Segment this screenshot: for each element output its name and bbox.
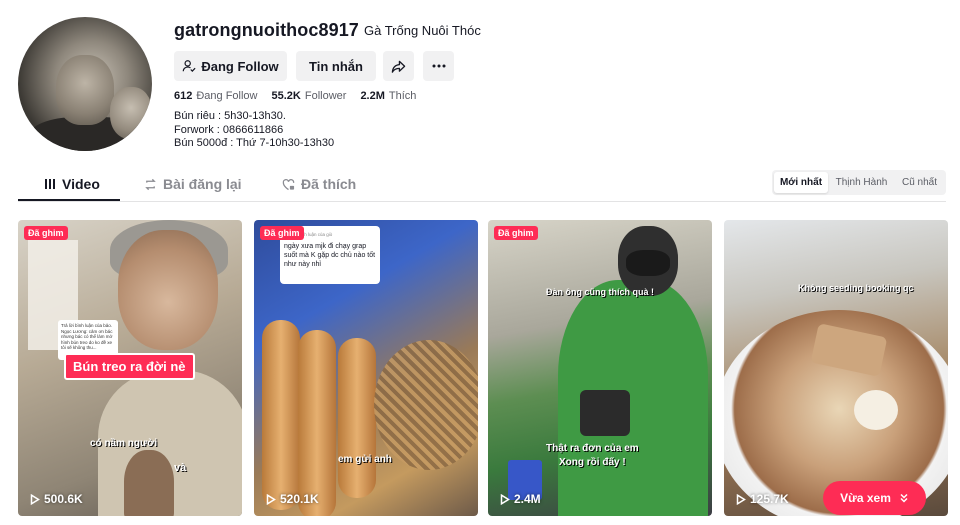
video-card[interactable]: Không seeding booking qc 125.7K Vừa xem xyxy=(724,220,948,516)
sort-popular[interactable]: Thịnh Hành xyxy=(828,172,895,193)
message-button[interactable]: Tin nhắn xyxy=(296,51,376,81)
share-arrow-icon xyxy=(391,60,406,73)
profile-username: gatrongnuoithoc8917 xyxy=(174,20,359,40)
profile-nickname: Gà Trống Nuôi Thóc xyxy=(364,23,481,38)
followers-label: Follower xyxy=(304,90,347,102)
profile-bio: Bún riêu : 5h30-13h30. Forwork : 0866611… xyxy=(174,110,334,151)
profile-tabs: Video Bài đăng lại Đã thích xyxy=(18,168,356,200)
view-count: 125.7K xyxy=(736,492,789,506)
followers-stat[interactable]: 55.2K Follower xyxy=(272,90,347,102)
likes-count: 2.2M xyxy=(360,90,385,102)
thumbnail-caption: Bún treo ra đời nè xyxy=(64,353,195,380)
tab-reposts[interactable]: Bài đăng lại xyxy=(144,168,264,200)
video-thumbnail-person xyxy=(118,230,218,350)
more-dots-icon xyxy=(432,64,445,68)
likes-stat: 2.2M Thích xyxy=(360,90,416,102)
sort-latest[interactable]: Mới nhất xyxy=(774,172,828,193)
bio-line: Bún 5000đ : Thứ 7-10h30-13h30 xyxy=(174,137,335,149)
view-count-value: 520.1K xyxy=(280,492,319,506)
thumbnail-caption: Không seeding booking qc xyxy=(798,283,914,293)
sort-oldest[interactable]: Cũ nhất xyxy=(895,172,944,193)
pinned-badge: Đã ghim xyxy=(24,226,68,240)
view-count-value: 500.6K xyxy=(44,492,83,506)
grid-icon xyxy=(45,179,55,189)
following-stat[interactable]: 612 Đang Follow xyxy=(174,90,258,102)
play-icon xyxy=(500,493,510,505)
view-count-value: 125.7K xyxy=(750,492,789,506)
view-count: 520.1K xyxy=(266,492,319,506)
tab-liked-label: Đã thích xyxy=(301,176,357,192)
play-icon xyxy=(30,493,40,505)
profile-avatar xyxy=(18,17,152,151)
user-check-icon xyxy=(183,60,196,72)
repost-icon xyxy=(145,178,156,190)
view-count: 2.4M xyxy=(500,492,541,506)
more-options-button[interactable] xyxy=(423,51,454,81)
video-card[interactable]: Trả lời bình luận của giò ngày xưa mjk đ… xyxy=(254,220,478,516)
tabs-divider xyxy=(18,201,946,202)
thumbnail-subtitle: có nầm người xyxy=(90,438,158,449)
play-icon xyxy=(736,493,746,505)
profile-stats: 612 Đang Follow 55.2K Follower 2.2M Thíc… xyxy=(174,90,430,102)
likes-label: Thích xyxy=(388,90,417,102)
following-button[interactable]: Đang Follow xyxy=(174,51,287,81)
following-count: 612 xyxy=(174,90,193,102)
followers-count: 55.2K xyxy=(271,90,301,102)
tab-liked[interactable]: Đã thích xyxy=(282,168,356,200)
video-card[interactable]: Trả lời bình luận của bảo. Ngọc Lương: c… xyxy=(18,220,242,516)
bio-line: Bún riêu : 5h30-13h30. xyxy=(174,110,286,122)
heart-lock-icon xyxy=(282,178,295,190)
message-button-label: Tin nhắn xyxy=(309,58,363,74)
following-button-label: Đang Follow xyxy=(201,58,279,74)
thumbnail-subtitle: và xyxy=(174,462,187,474)
bio-line: Forwork : 0866611866 xyxy=(174,123,284,136)
pinned-badge: Đã ghim xyxy=(260,226,304,240)
view-count: 500.6K xyxy=(30,492,83,506)
tab-videos-label: Video xyxy=(62,176,100,192)
comment-text: ngày xưa mjk đi chạy grap suốt mà K gặp … xyxy=(284,243,376,268)
video-card[interactable]: Đàn ông cũng thích quà ! Thật ra đơn của… xyxy=(488,220,712,516)
share-button[interactable] xyxy=(383,51,414,81)
thumbnail-caption: Đàn ông cũng thích quà ! xyxy=(546,287,654,297)
sort-selector: Mới nhất Thịnh Hành Cũ nhất xyxy=(772,170,946,195)
watched-jump-button[interactable]: Vừa xem xyxy=(823,481,926,515)
following-label: Đang Follow xyxy=(196,90,258,102)
tab-reposts-label: Bài đăng lại xyxy=(163,176,242,192)
thumbnail-subtitle: Thật ra đơn của em Xong rồi đấy ! xyxy=(546,443,639,468)
chevron-double-down-icon xyxy=(900,493,908,503)
tab-videos[interactable]: Video xyxy=(18,168,120,200)
thumbnail-subtitle: em gửi anh xyxy=(338,454,392,465)
watched-jump-label: Vừa xem xyxy=(840,491,891,505)
play-icon xyxy=(266,493,276,505)
pinned-badge: Đã ghim xyxy=(494,226,538,240)
view-count-value: 2.4M xyxy=(514,492,541,506)
